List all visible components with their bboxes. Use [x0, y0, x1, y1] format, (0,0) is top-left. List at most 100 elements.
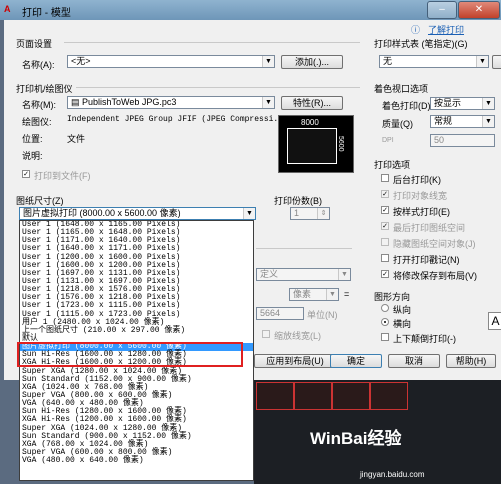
- chevron-down-icon: ▼: [262, 56, 274, 67]
- orientation-heading: 图形方向: [374, 292, 411, 302]
- background-plot-checkbox[interactable]: [381, 174, 389, 182]
- spinner-icon: ⇕: [317, 208, 329, 219]
- save-changes-to-layout-label: 将修改保存到布局(V): [393, 271, 477, 281]
- plot-with-styles-label: 按样式打印(E): [393, 207, 450, 217]
- help-button[interactable]: 帮助(H): [446, 354, 496, 368]
- hide-paperspace-objects-checkbox[interactable]: [381, 238, 389, 246]
- plot-lineweights-checkbox[interactable]: ✓: [381, 190, 389, 198]
- drawing-thumbnail: [256, 382, 294, 410]
- save-changes-to-layout-checkbox[interactable]: ✓: [381, 270, 389, 278]
- copies-stepper[interactable]: 1 ⇕: [290, 207, 330, 220]
- portrait-radio[interactable]: [381, 304, 389, 312]
- printer-heading: 打印机/绘图仪: [16, 84, 73, 94]
- location-label: 位置:: [22, 134, 43, 144]
- quality-select[interactable]: 常规 ▼: [430, 115, 495, 128]
- equals-sign: =: [344, 289, 350, 299]
- scale-lineweights-label: 缩放线宽(L): [274, 331, 321, 341]
- drawing-thumbnail: [332, 382, 370, 410]
- shade-plot-select[interactable]: 按显示 ▼: [430, 97, 495, 110]
- print-to-file-checkbox[interactable]: ✓: [22, 170, 30, 178]
- paper-size-option[interactable]: 上一个图纸尺寸 (210.00 x 297.00 像素): [20, 326, 253, 335]
- plot-options-heading: 打印选项: [374, 160, 411, 170]
- landscape-label: 横向: [393, 319, 412, 329]
- scale-unit-value: 像素: [293, 289, 312, 299]
- chevron-down-icon: ▼: [482, 116, 494, 127]
- location-value: 文件: [67, 134, 86, 144]
- quality-value: 常规: [434, 116, 453, 126]
- highlight-box: [17, 342, 243, 367]
- page-setup-heading: 页面设置: [16, 39, 53, 49]
- preview-width-value: 8000: [301, 118, 319, 127]
- plot-area-select[interactable]: 定义 ▼: [256, 268, 351, 281]
- plot-paperspace-last-label: 最后打印图纸空间: [393, 223, 466, 233]
- plot-area-value: 定义: [260, 269, 279, 279]
- printer-name-select[interactable]: ▤ PublishToWeb JPG.pc3 ▼: [67, 96, 275, 109]
- unit-label: 单位(N): [307, 310, 338, 320]
- title-bar: A 打印 - 模型 – ✕: [0, 0, 501, 20]
- plotter-label: 绘图仪:: [22, 117, 52, 127]
- paper-outline: [287, 128, 337, 164]
- print-to-file-label: 打印到文件(F): [34, 171, 91, 181]
- printer-name-label: 名称(M):: [22, 100, 56, 110]
- landscape-radio[interactable]: [381, 318, 389, 326]
- printer-icon: ▤: [71, 97, 83, 107]
- dpi-value: 50: [434, 135, 445, 145]
- plot-upside-down-checkbox[interactable]: [381, 333, 389, 341]
- copies-label: 打印份数(B): [274, 196, 322, 206]
- shaded-viewport-heading: 着色视口选项: [374, 84, 429, 94]
- plot-style-table-select[interactable]: 无 ▼: [379, 55, 489, 68]
- page-setup-name-value: <无>: [71, 56, 91, 66]
- quality-label: 质量(Q): [382, 119, 413, 129]
- dpi-input[interactable]: 50: [430, 134, 495, 147]
- page-setup-name-label: 名称(A):: [22, 60, 55, 70]
- chevron-down-icon: ▼: [243, 208, 255, 219]
- info-icon: ⓘ: [411, 25, 421, 35]
- minimize-button[interactable]: –: [427, 1, 457, 19]
- close-button[interactable]: ✕: [458, 1, 500, 19]
- plot-stamp-checkbox[interactable]: [381, 254, 389, 262]
- paper-preview: 8000 5600: [278, 115, 354, 173]
- paper-size-option[interactable]: VGA (480.00 x 640.00 像素): [20, 456, 253, 465]
- portrait-label: 纵向: [393, 305, 412, 315]
- plot-lineweights-label: 打印对象线宽: [393, 191, 448, 201]
- plot-style-table-value: 无: [383, 56, 393, 66]
- preview-height-value: 5600: [337, 136, 344, 152]
- chevron-down-icon: ▼: [262, 97, 274, 108]
- autocad-a-icon: A: [4, 4, 11, 14]
- paper-size-select[interactable]: 图片虚拟打印 (8000.00 x 5600.00 像素) ▼: [19, 207, 256, 220]
- drawing-thumbnail: [370, 382, 408, 410]
- cancel-button[interactable]: 取消: [388, 354, 440, 368]
- learn-about-plotting-link[interactable]: 了解打印: [428, 23, 464, 36]
- plot-style-table-heading: 打印样式表 (笔指定)(G): [374, 39, 468, 49]
- printer-properties-button[interactable]: 特性(R)...: [281, 96, 343, 110]
- printer-name-value: PublishToWeb JPG.pc3: [82, 97, 177, 107]
- chevron-down-icon: ▼: [482, 98, 494, 109]
- plot-with-styles-checkbox[interactable]: ✓: [381, 206, 389, 214]
- scale-value-input[interactable]: 5664: [256, 307, 304, 320]
- copies-value: 1: [294, 208, 300, 218]
- scale-unit-select[interactable]: 像素 ▼: [289, 288, 339, 301]
- orientation-preview-icon: A: [488, 312, 501, 330]
- add-page-setup-button[interactable]: 添加(.)...: [281, 55, 343, 69]
- dpi-label: DPI: [382, 137, 394, 144]
- watermark-url: jingyan.baidu.com: [360, 470, 425, 479]
- window-title: 打印 - 模型: [22, 8, 71, 19]
- paper-size-heading: 图纸尺寸(Z): [16, 196, 64, 206]
- ok-button[interactable]: 确定: [330, 354, 382, 368]
- plot-paperspace-last-checkbox[interactable]: ✓: [381, 222, 389, 230]
- shade-plot-label: 着色打印(D): [382, 101, 431, 111]
- scale-lineweights-checkbox[interactable]: [262, 330, 270, 338]
- chevron-down-icon: ▼: [326, 289, 338, 300]
- edit-plot-style-button[interactable]: [492, 55, 501, 69]
- watermark-brand: WinBai经验: [310, 429, 402, 448]
- plot-stamp-label: 打开打印戳记(N): [393, 255, 460, 265]
- paper-size-selected-value: 图片虚拟打印 (8000.00 x 5600.00 像素): [23, 208, 181, 218]
- chevron-down-icon: ▼: [476, 56, 488, 67]
- plotter-value: Independent JPEG Group JFIF (JPEG Compre…: [67, 115, 288, 124]
- apply-to-layout-button[interactable]: 应用到布局(U): [254, 354, 336, 368]
- shade-plot-value: 按显示: [434, 98, 462, 108]
- page-setup-name-select[interactable]: <无> ▼: [67, 55, 275, 68]
- description-label: 说明:: [22, 151, 43, 161]
- chevron-down-icon: ▼: [338, 269, 350, 280]
- scale-value: 5664: [260, 308, 281, 318]
